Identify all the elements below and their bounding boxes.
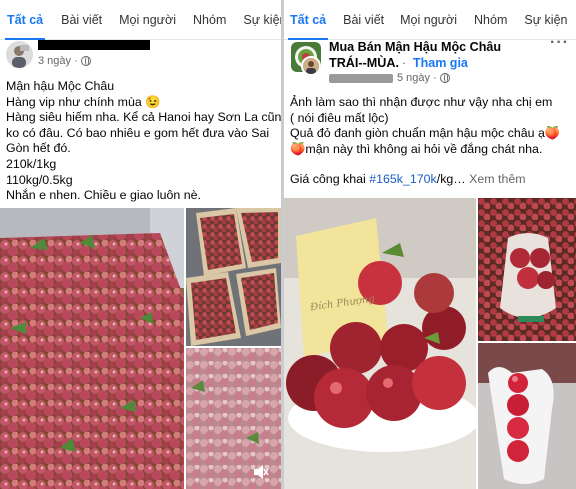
- redacted-member-name: [329, 74, 393, 83]
- post-line: ko có đâu. Có bao nhiêu e gom hết đưa và…: [6, 125, 270, 140]
- post-meta: 5 ngày ·: [397, 72, 450, 84]
- tab-people[interactable]: Mọi người: [400, 0, 457, 40]
- post-text: Mận hậu Mộc Châu Hàng vip như chính mùa …: [6, 79, 281, 204]
- member-avatar: [301, 56, 321, 76]
- price-hashtag[interactable]: #165k_170k: [369, 172, 437, 186]
- user-avatar[interactable]: [6, 41, 33, 68]
- search-tabs: Tất cả Bài viết Mọi người Nhóm Sự kiện: [284, 0, 576, 40]
- tab-groups[interactable]: Nhóm: [193, 0, 226, 40]
- see-more-link[interactable]: Xem thêm: [466, 172, 525, 186]
- post-text: Ảnh làm sao thì nhận được như vậy nha ch…: [290, 95, 560, 188]
- post-line: Hàng vip như chính mùa 😉: [6, 94, 161, 109]
- post-line: Quả đỏ đanh giòn chuẩn mận hậu mộc châu …: [290, 126, 561, 141]
- group-name[interactable]: Mua Bán Mận Hậu Mộc Châu: [329, 40, 501, 54]
- search-tabs: Tất cả Bài viết Mọi người Nhóm Sự kiện: [0, 0, 281, 40]
- redacted-author-name: [38, 40, 150, 50]
- post-time[interactable]: 5 ngày: [397, 72, 430, 84]
- post-line: 210k/1kg: [6, 156, 57, 171]
- post-meta: 3 ngày ·: [38, 55, 91, 67]
- post-line: Nhắn e nhen. Chiều e giao luôn nè.: [6, 188, 201, 203]
- tab-posts[interactable]: Bài viết: [61, 0, 102, 40]
- post-line: Gòn hết đó.: [6, 141, 71, 156]
- tab-people[interactable]: Mọi người: [119, 0, 176, 40]
- tab-groups[interactable]: Nhóm: [474, 0, 507, 40]
- tab-events[interactable]: Sự kiện: [243, 0, 281, 40]
- right-post-panel: Tất cả Bài viết Mọi người Nhóm Sự kiện M…: [284, 0, 576, 489]
- post-photo-plum-boxes[interactable]: [186, 208, 281, 346]
- join-group-button[interactable]: Tham gia: [413, 56, 468, 70]
- post-line: 🍑mận này thì không ai hỏi về đắng chát n…: [290, 141, 543, 156]
- left-post-panel: Tất cả Bài viết Mọi người Nhóm Sự kiện 3…: [0, 0, 281, 489]
- tab-posts[interactable]: Bài viết: [343, 0, 384, 40]
- post-line: Mận hậu Mộc Châu: [6, 79, 115, 93]
- more-options-icon[interactable]: ···: [550, 34, 569, 52]
- group-name-suffix[interactable]: TRÁI--MÙA.: [329, 56, 399, 70]
- post-photo-plum-pile[interactable]: [0, 208, 184, 489]
- post-line: 110kg/0.5kg: [6, 172, 73, 187]
- separator-dot: ·: [402, 56, 407, 70]
- post-line: Hàng siêu hiếm nha. Kể cả Hanoi hay Sơn …: [6, 110, 281, 125]
- tab-all[interactable]: Tất cả: [4, 0, 46, 40]
- globe-icon: [439, 73, 450, 83]
- speaker-icon[interactable]: [253, 465, 269, 479]
- post-photo-plum-basket[interactable]: [186, 348, 281, 489]
- price-line: Giá công khai #165k_170k/kg… Xem thêm: [290, 172, 526, 187]
- post-line: Ảnh làm sao thì nhận được như vậy nha ch…: [290, 95, 553, 109]
- post-time[interactable]: 3 ngày: [38, 55, 71, 67]
- post-photo-glove-plums[interactable]: [478, 343, 576, 489]
- tab-all[interactable]: Tất cả: [287, 0, 329, 40]
- globe-icon: [80, 56, 91, 66]
- post-line: ( nói điêu mất lộc): [290, 110, 389, 125]
- post-photo-plum-plate[interactable]: Đích Phượng: [284, 198, 476, 489]
- post-photo-hand-plums[interactable]: [478, 198, 576, 341]
